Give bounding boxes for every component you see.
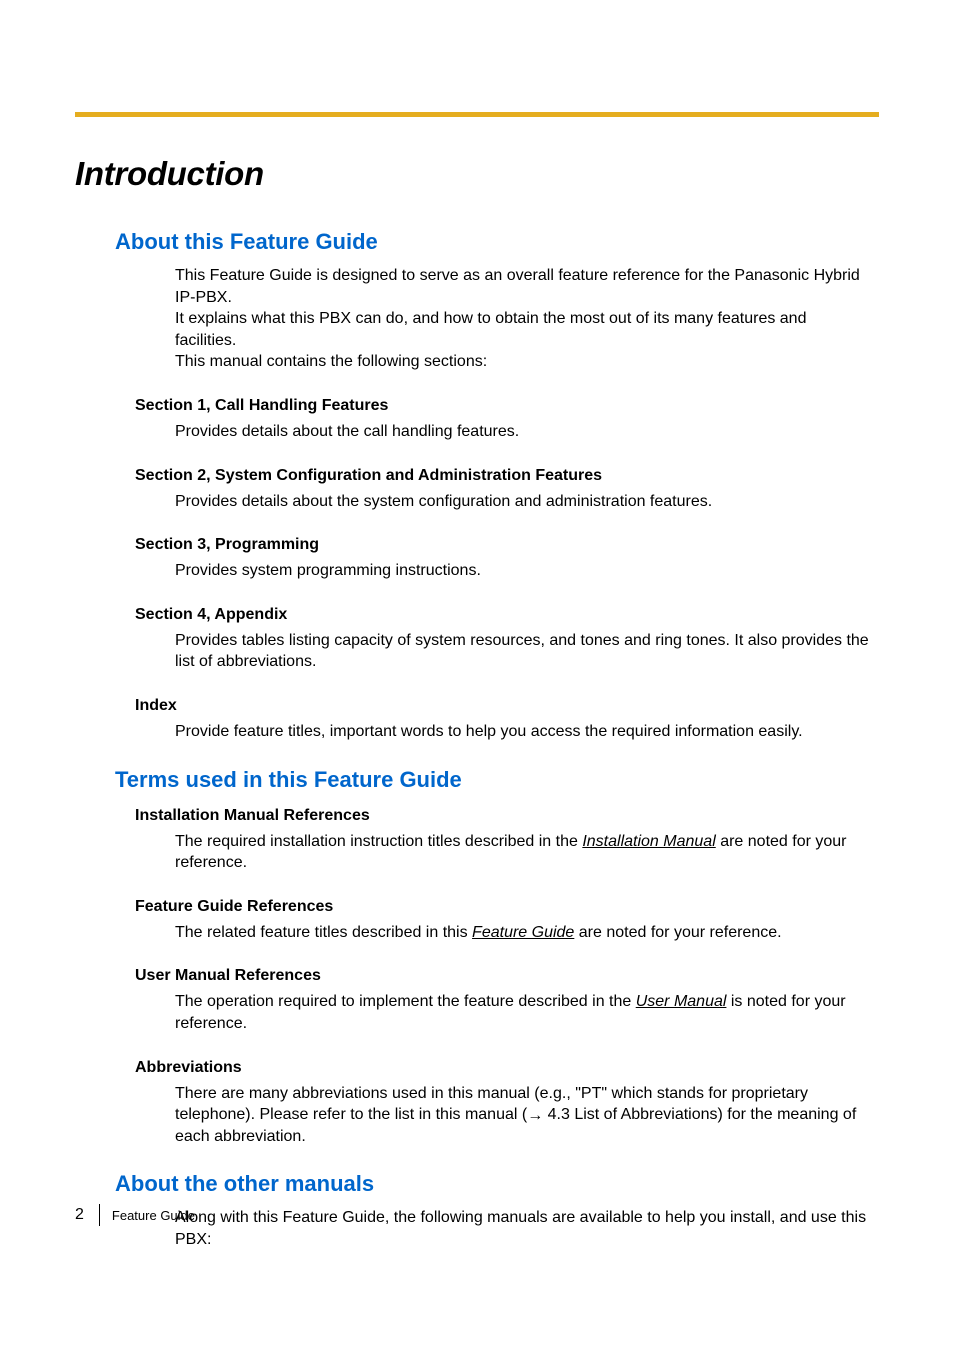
body-section-4: Provides tables listing capacity of syst… [175, 630, 869, 673]
link-user-manual[interactable]: User Manual [636, 993, 727, 1010]
heading-section-2: Section 2, System Configuration and Admi… [135, 467, 879, 485]
body-section-2: Provides details about the system config… [175, 491, 869, 513]
fg-refs-pre: The related feature titles described in … [175, 924, 472, 941]
fg-refs-post: are noted for your reference. [574, 924, 781, 941]
um-refs-pre: The operation required to implement the … [175, 993, 636, 1010]
heading-section-3: Section 3, Programming [135, 536, 879, 554]
arrow-icon: → [527, 1105, 543, 1127]
heading-section-4: Section 4, Appendix [135, 606, 879, 624]
body-other-manuals: Along with this Feature Guide, the follo… [175, 1207, 869, 1250]
body-section-3: Provides system programming instructions… [175, 560, 869, 582]
page-footer: 2 Feature Guide [75, 1204, 195, 1226]
document-page: Introduction About this Feature Guide Th… [0, 0, 954, 1351]
body-install-refs: The required installation instruction ti… [175, 831, 869, 874]
footer-divider [99, 1204, 100, 1226]
install-refs-pre: The required installation instruction ti… [175, 833, 582, 850]
body-fg-refs: The related feature titles described in … [175, 922, 869, 944]
heading-abbreviations: Abbreviations [135, 1059, 879, 1077]
heading-index: Index [135, 697, 879, 715]
link-feature-guide[interactable]: Feature Guide [472, 924, 574, 941]
heading-other-manuals: About the other manuals [115, 1171, 879, 1197]
body-index: Provide feature titles, important words … [175, 721, 869, 743]
heading-section-1: Section 1, Call Handling Features [135, 397, 879, 415]
heading-terms: Terms used in this Feature Guide [115, 767, 879, 793]
page-title: Introduction [75, 155, 879, 193]
body-um-refs: The operation required to implement the … [175, 991, 869, 1034]
body-abbreviations: There are many abbreviations used in thi… [175, 1083, 869, 1148]
footer-label: Feature Guide [112, 1208, 195, 1223]
link-installation-manual[interactable]: Installation Manual [582, 833, 715, 850]
heading-um-refs: User Manual References [135, 967, 879, 985]
heading-about-guide: About this Feature Guide [115, 229, 879, 255]
about-guide-body: This Feature Guide is designed to serve … [175, 265, 869, 373]
page-number: 2 [75, 1206, 99, 1224]
heading-install-refs: Installation Manual References [135, 807, 879, 825]
accent-bar [75, 112, 879, 117]
body-section-1: Provides details about the call handling… [175, 421, 869, 443]
heading-fg-refs: Feature Guide References [135, 898, 879, 916]
